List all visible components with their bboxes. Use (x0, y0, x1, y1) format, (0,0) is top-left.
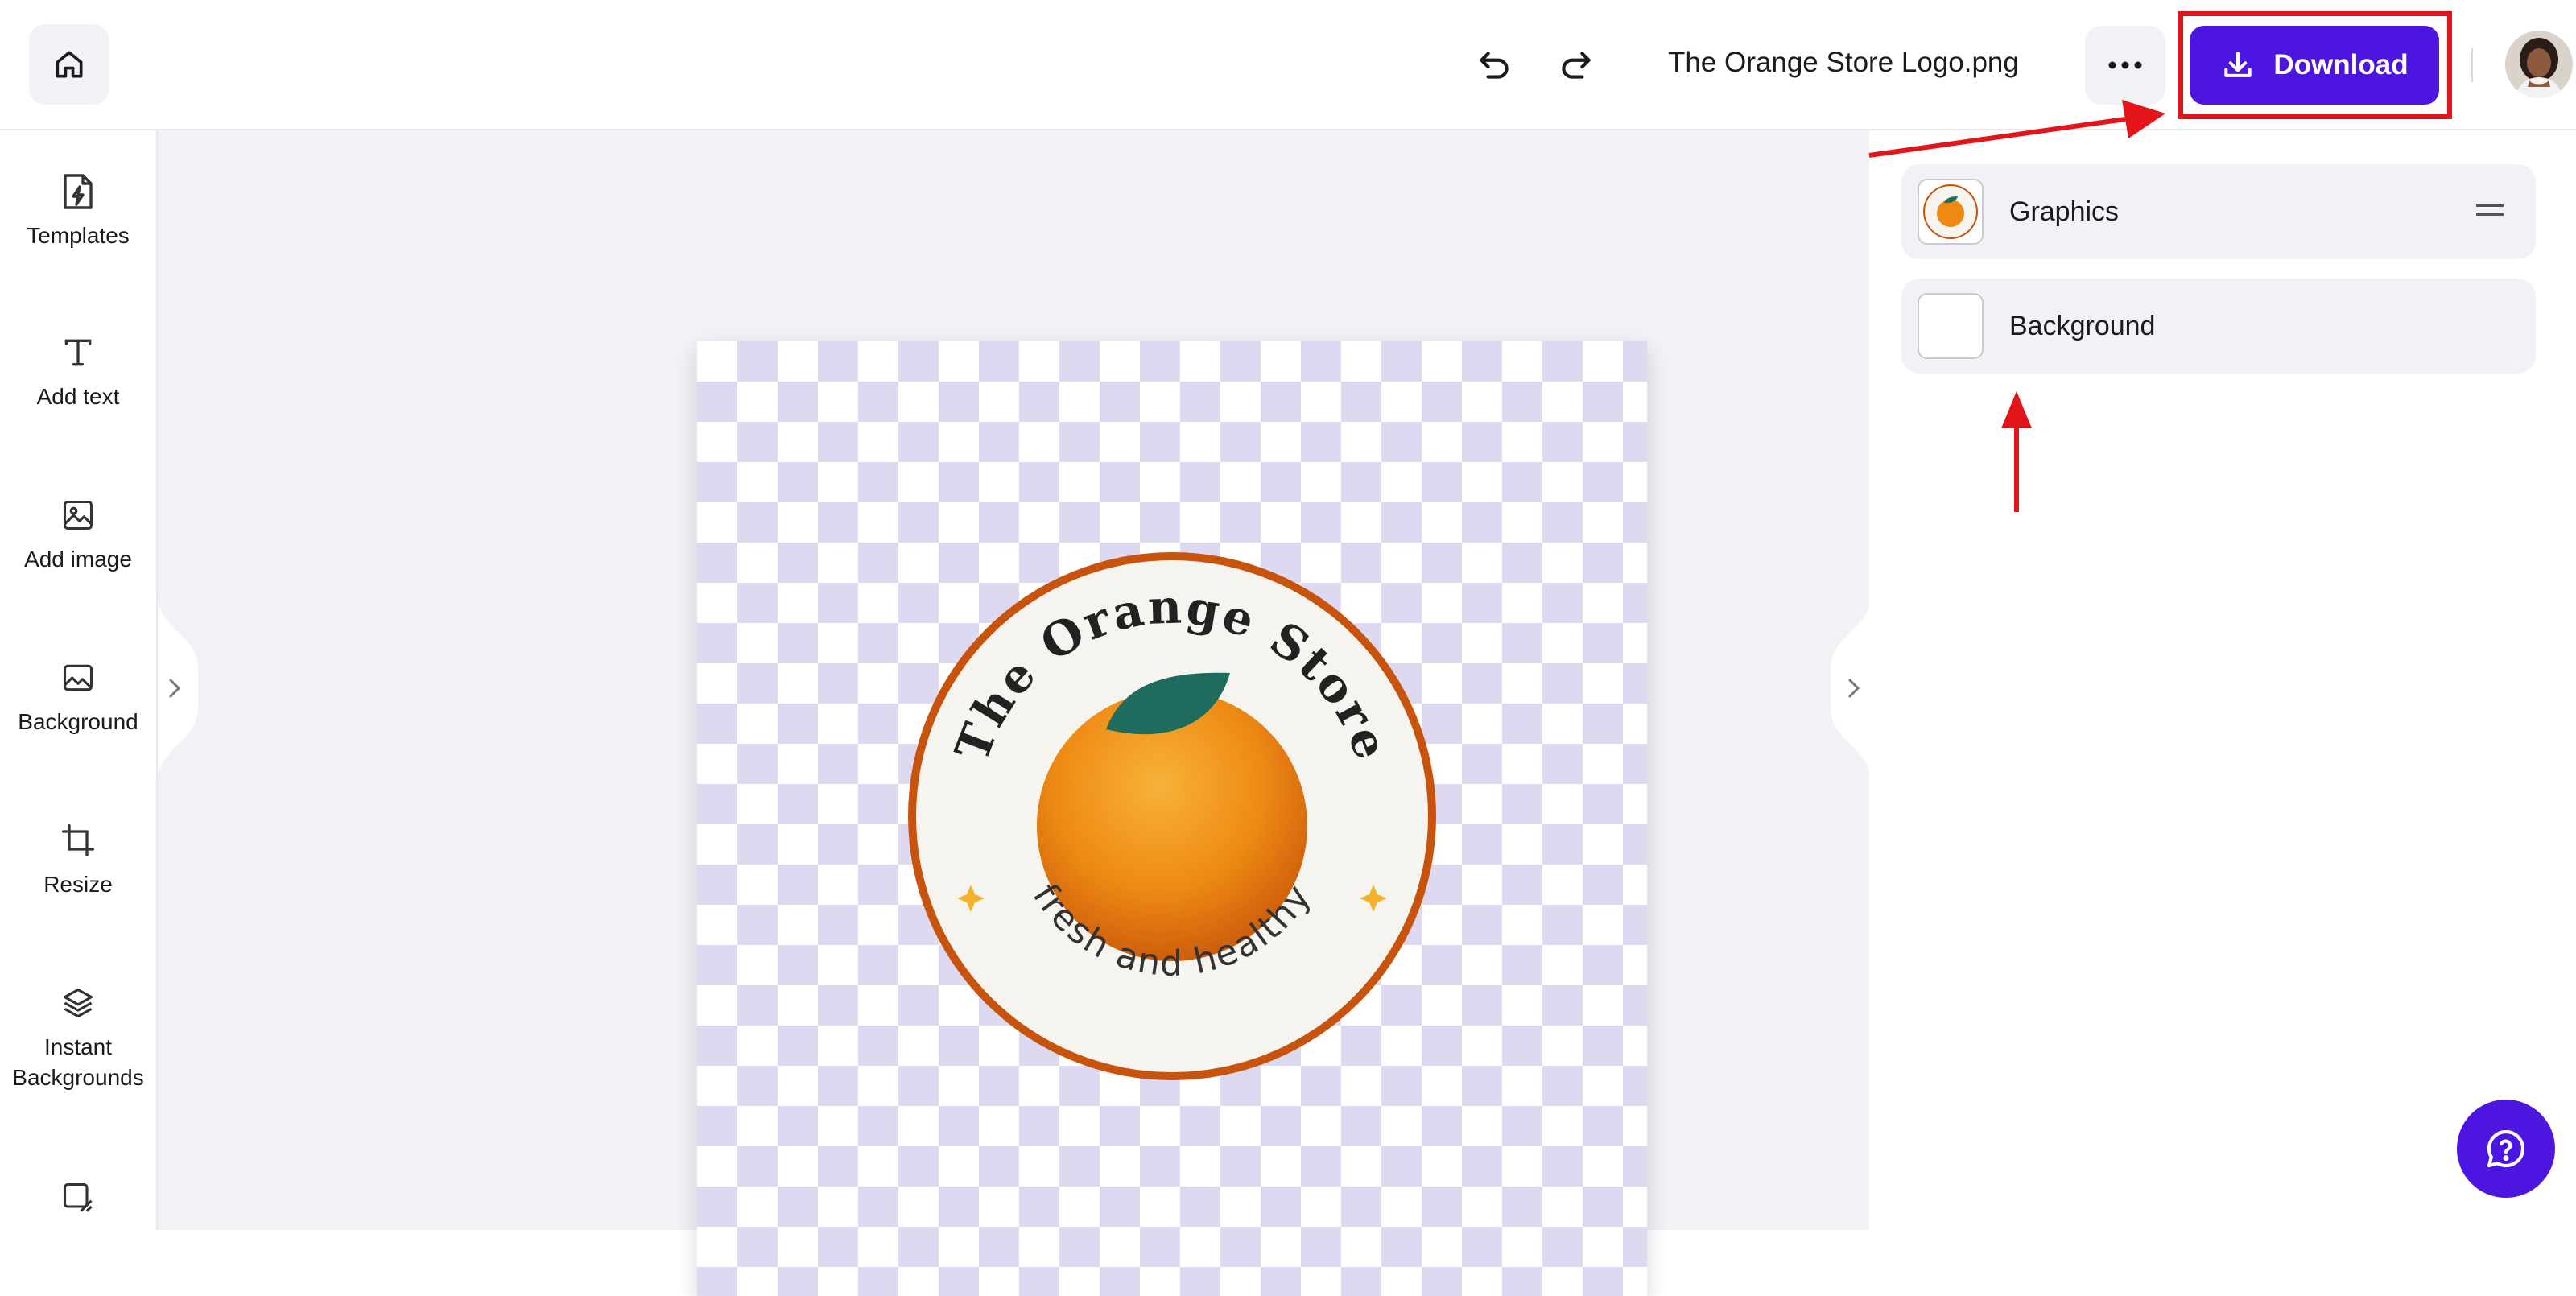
right-panel-collapse-tab[interactable] (1829, 596, 1871, 781)
tool-more[interactable] (0, 1177, 156, 1219)
layer-graphics[interactable]: Graphics (1901, 164, 2536, 259)
layers-panel: Graphics Background (1869, 130, 2576, 1230)
layer-thumbnail (1918, 293, 1984, 359)
layer-thumbnail (1918, 179, 1984, 245)
redo-button[interactable] (1547, 37, 1604, 93)
layers-icon (63, 988, 93, 1018)
orange-store-logo[interactable]: The Orange Store fresh and healthy (898, 543, 1446, 1090)
help-button[interactable] (2457, 1100, 2555, 1198)
tool-instant-backgrounds[interactable]: Instant Backgrounds (0, 982, 156, 1093)
logo-thumbnail-icon (1923, 184, 1978, 239)
avatar[interactable] (2505, 31, 2573, 98)
tool-label: Background (18, 709, 138, 734)
home-icon (56, 51, 83, 78)
tool-label: Templates (27, 223, 130, 248)
layer-name: Background (2009, 310, 2156, 341)
layer-background[interactable]: Background (1901, 279, 2536, 374)
download-highlight-box (2178, 11, 2452, 119)
tool-label: Add image (24, 547, 132, 572)
left-panel-collapse-tab[interactable] (158, 596, 200, 781)
image-icon (63, 500, 93, 530)
top-bar: The Orange Store Logo.png Download (0, 0, 2576, 130)
canvas-area[interactable]: The Orange Store fresh and healthy (158, 130, 1869, 1296)
more-icon (2108, 61, 2142, 69)
crop-icon (62, 824, 94, 856)
text-icon (64, 339, 92, 366)
layer-name: Graphics (2009, 196, 2120, 227)
help-chat-icon (2487, 1129, 2525, 1168)
divider (2471, 48, 2473, 82)
frame-icon (63, 1182, 93, 1212)
tool-add-text[interactable]: Add text (0, 332, 156, 412)
tool-templates[interactable]: Templates (0, 171, 156, 251)
undo-icon (1480, 52, 1509, 79)
redo-icon (1562, 52, 1591, 79)
more-options-button[interactable] (2085, 26, 2165, 105)
tool-label: Instant Backgrounds (12, 1034, 144, 1090)
tool-resize[interactable]: Resize (0, 819, 156, 900)
background-icon (63, 664, 93, 691)
tool-label: Add text (36, 384, 120, 409)
left-toolbar: Templates Add text Add image Background … (0, 130, 158, 1230)
tool-background[interactable]: Background (0, 657, 156, 737)
templates-icon (64, 174, 93, 209)
artboard[interactable]: The Orange Store fresh and healthy (697, 341, 1647, 1296)
file-name[interactable]: The Orange Store Logo.png (1668, 47, 2019, 79)
user-avatar-icon (2505, 31, 2573, 98)
drag-handle-icon[interactable] (2476, 201, 2504, 221)
tool-label: Resize (43, 872, 113, 897)
tool-add-image[interactable]: Add image (0, 494, 156, 575)
home-button[interactable] (29, 24, 109, 105)
undo-button[interactable] (1467, 37, 1523, 93)
